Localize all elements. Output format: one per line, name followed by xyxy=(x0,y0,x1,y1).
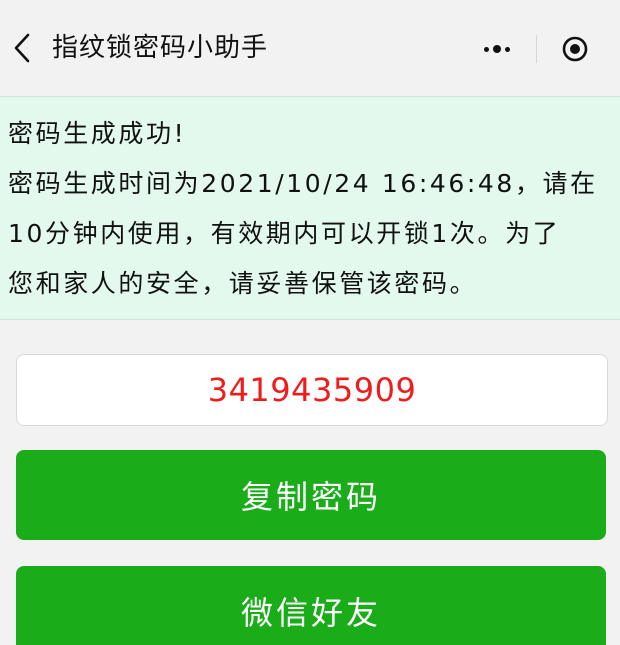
target-circle-icon xyxy=(562,36,588,62)
notice-time-text: 密码生成时间为2021/10/24 16:46:48，请在 xyxy=(8,169,598,198)
back-button[interactable] xyxy=(2,26,42,70)
more-button[interactable] xyxy=(458,26,536,72)
password-display: 3419435909 xyxy=(16,354,608,426)
success-notice: 密码生成成功! 密码生成时间为2021/10/24 16:46:48，请在 10… xyxy=(0,96,620,320)
notice-validity-text: 10分钟内使用，有效期内可以开锁1次。为了 xyxy=(8,219,561,248)
navigation-bar: 指纹锁密码小助手 xyxy=(0,0,620,96)
password-value: 3419435909 xyxy=(207,371,417,409)
more-dots-icon xyxy=(483,45,510,53)
copy-password-button[interactable]: 复制密码 xyxy=(16,450,606,540)
page-title: 指纹锁密码小助手 xyxy=(52,33,269,63)
mini-program-capsule xyxy=(458,26,614,72)
app-screen: 指纹锁密码小助手 密码生成成功! 密码生成时间为2021/10/24 16:46… xyxy=(0,0,620,645)
notice-success-text: 密码生成成功! xyxy=(8,119,187,148)
share-wechat-friend-button[interactable]: 微信好友 xyxy=(16,566,606,645)
notice-safety-text: 您和家人的安全，请妥善保管该密码。 xyxy=(8,269,478,298)
chevron-left-icon xyxy=(14,33,30,63)
close-mini-program-button[interactable] xyxy=(537,26,615,72)
